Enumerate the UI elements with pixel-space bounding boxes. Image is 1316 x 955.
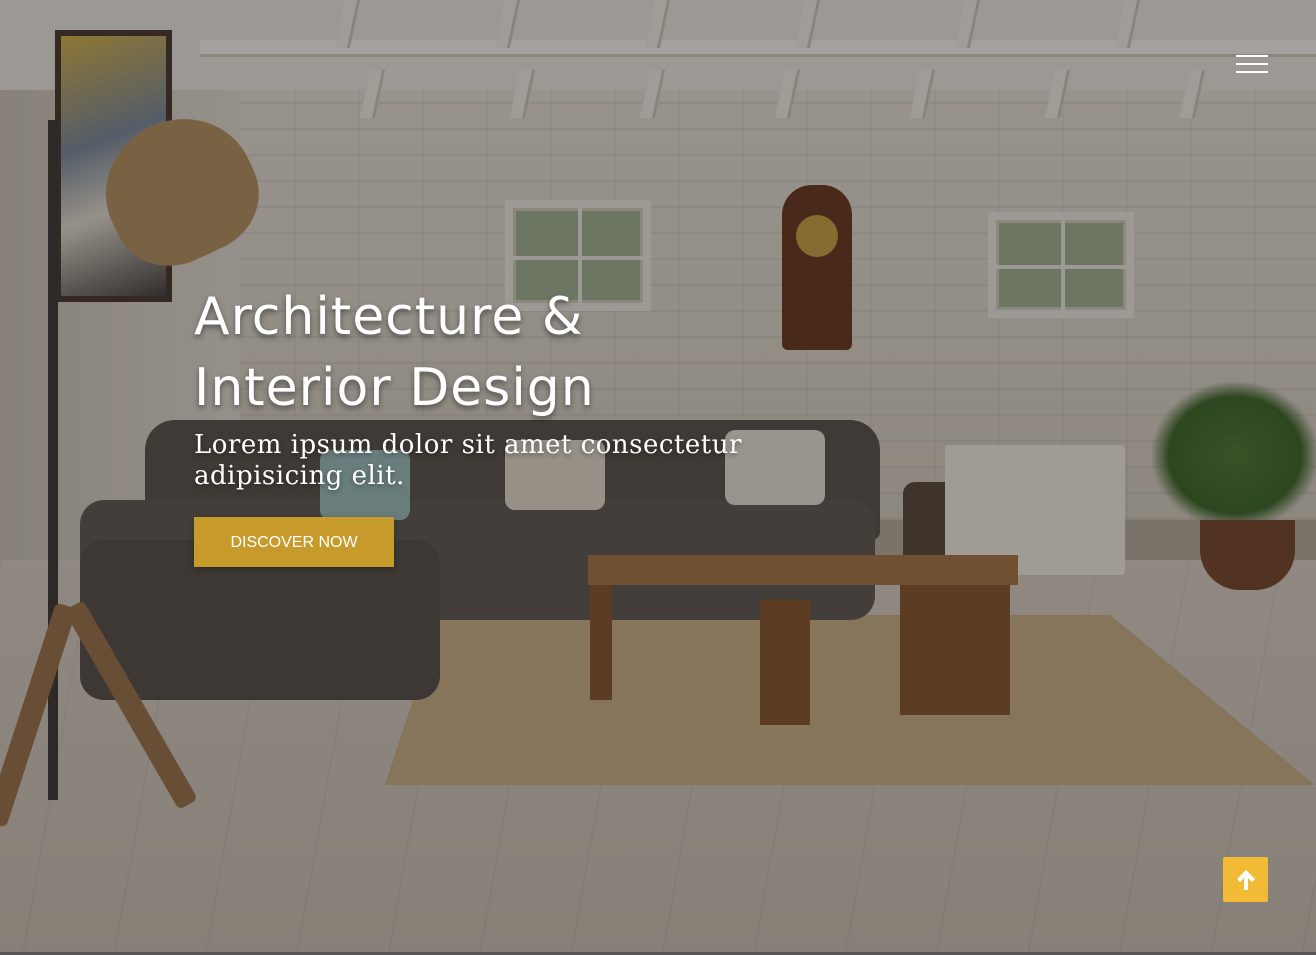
hero-title: Architecture & Interior Design — [194, 282, 794, 424]
hero-section: Architecture & Interior Design Lorem ips… — [0, 0, 1316, 955]
arrow-up-icon — [1236, 869, 1255, 890]
hero-subtitle: Lorem ipsum dolor sit amet consectetur a… — [194, 430, 742, 491]
menu-bar — [1236, 71, 1268, 73]
hero-title-line1: Architecture & — [194, 287, 584, 347]
hamburger-menu-icon[interactable] — [1236, 53, 1268, 75]
scroll-top-button[interactable] — [1223, 857, 1268, 902]
menu-bar — [1236, 63, 1268, 65]
discover-now-button[interactable]: DISCOVER NOW — [194, 517, 394, 567]
menu-bar — [1236, 55, 1268, 57]
hero-title-line2: Interior Design — [194, 358, 595, 418]
hero-content: Architecture & Interior Design Lorem ips… — [194, 282, 794, 492]
